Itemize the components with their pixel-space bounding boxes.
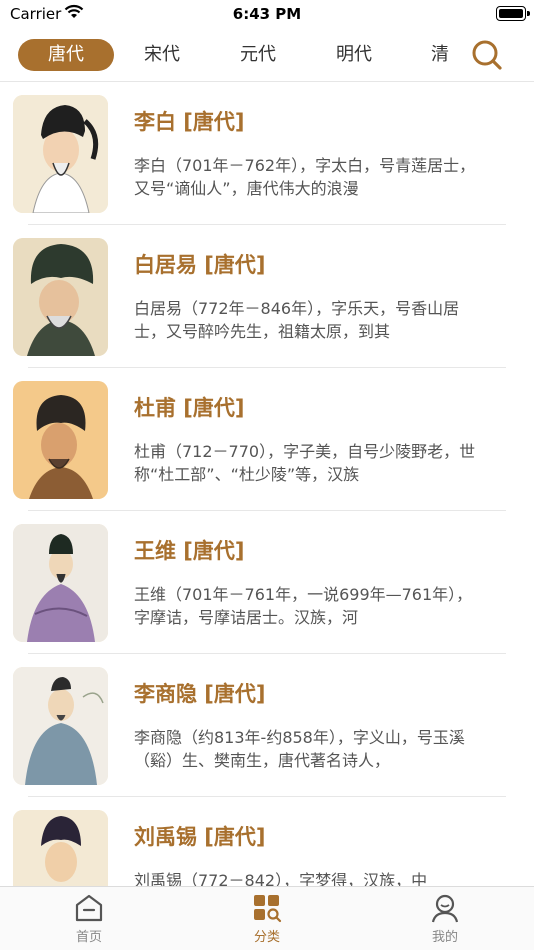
poet-description: 刘禹锡（772－842），字梦得，汉族，中: [134, 871, 428, 887]
poet-portrait: [13, 810, 108, 887]
category-icon: [254, 895, 282, 923]
poet-description: 李商隐（约813年-约858年），字义山，号玉溪（谿）生、樊南生，唐代著名诗人，: [134, 728, 465, 770]
status-bar: Carrier 6:43 PM: [0, 0, 534, 30]
list-item[interactable]: 刘禹锡 [唐代] 刘禹锡（772－842），字梦得，汉族，中: [0, 797, 534, 887]
search-icon[interactable]: [470, 38, 504, 72]
poet-name: 白居易 [唐代]: [134, 253, 266, 277]
list-item[interactable]: 王维 [唐代] 王维（701年－761年，一说699年—761年），字摩诘，号摩…: [0, 511, 534, 654]
poet-name: 刘禹锡 [唐代]: [134, 825, 266, 849]
poet-description: 杜甫（712－770），字子美，自号少陵野老，世称“杜工部”、“杜少陵”等，汉族: [134, 442, 476, 484]
tab-home[interactable]: 首页: [34, 893, 144, 945]
poet-description: 李白（701年－762年），字太白，号青莲居士，又号“谪仙人”，唐代伟大的浪漫: [134, 156, 476, 198]
tab-category-label: 分类: [253, 930, 280, 945]
poet-list: 李白 [唐代] 李白（701年－762年），字太白，号青莲居士，又号“谪仙人”，…: [0, 82, 534, 887]
poet-portrait: [13, 381, 108, 499]
clock: 6:43 PM: [232, 5, 302, 23]
poet-name: 李白 [唐代]: [134, 110, 245, 134]
poet-description: 白居易（772年－846年），字乐天，号香山居士，又号醉吟先生，祖籍太原，到其: [134, 299, 460, 341]
poet-portrait: [13, 667, 108, 785]
poet-description: 王维（701年－761年，一说699年—761年），字摩诘，号摩诘居士。汉族，河: [134, 585, 473, 627]
list-item[interactable]: 李商隐 [唐代] 李商隐（约813年-约858年），字义山，号玉溪（谿）生、樊南…: [0, 654, 534, 797]
tab-mine-label: 我的: [431, 930, 458, 945]
battery-icon: [496, 6, 530, 21]
bottom-tab-bar: 首页 分类 我的: [0, 886, 534, 950]
poet-name: 李商隐 [唐代]: [134, 682, 266, 706]
tab-ming[interactable]: 明代: [306, 39, 402, 71]
tab-category[interactable]: 分类: [212, 893, 322, 945]
tab-home-label: 首页: [75, 930, 102, 945]
poet-name: 杜甫 [唐代]: [134, 396, 245, 420]
list-item[interactable]: 杜甫 [唐代] 杜甫（712－770），字子美，自号少陵野老，世称“杜工部”、“…: [0, 368, 534, 511]
tab-tang[interactable]: 唐代: [18, 39, 114, 71]
list-item[interactable]: 李白 [唐代] 李白（701年－762年），字太白，号青莲居士，又号“谪仙人”，…: [0, 82, 534, 225]
poet-portrait: [13, 524, 108, 642]
home-icon: [75, 894, 103, 922]
tab-song[interactable]: 宋代: [114, 39, 210, 71]
tab-mine[interactable]: 我的: [390, 893, 500, 945]
poet-portrait: [13, 238, 108, 356]
dynasty-tabs: 唐代 宋代 元代 明代 清: [0, 30, 534, 82]
tab-yuan[interactable]: 元代: [210, 39, 306, 71]
poet-portrait: [13, 95, 108, 213]
poet-name: 王维 [唐代]: [134, 539, 245, 563]
list-item[interactable]: 白居易 [唐代] 白居易（772年－846年），字乐天，号香山居士，又号醉吟先生…: [0, 225, 534, 368]
profile-icon: [431, 894, 459, 923]
